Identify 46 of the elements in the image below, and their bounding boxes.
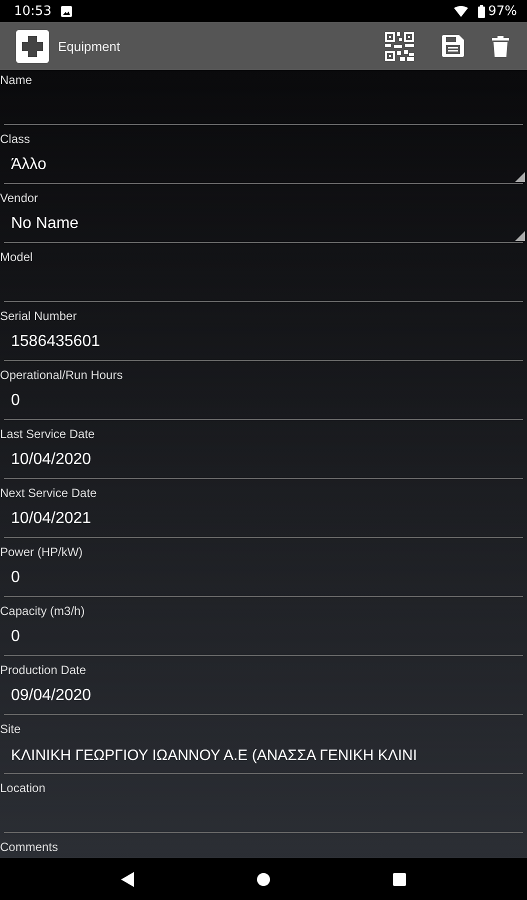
field-label: Production Date bbox=[0, 663, 88, 678]
field-value: 0 bbox=[11, 569, 20, 587]
input-field[interactable]: 1586435601 bbox=[4, 324, 523, 361]
field-label: Operational/Run Hours bbox=[0, 368, 124, 383]
medical-cross-icon bbox=[16, 30, 49, 62]
field-label: Site bbox=[0, 722, 22, 737]
dropdown-field[interactable]: Άλλο bbox=[4, 147, 523, 184]
dropdown-arrow-icon bbox=[515, 172, 525, 182]
field-value: 10/04/2021 bbox=[11, 510, 92, 528]
field-label: Next Service Date bbox=[0, 486, 98, 501]
field-value: Άλλο bbox=[11, 156, 46, 174]
wifi-icon bbox=[454, 6, 468, 16]
back-icon bbox=[121, 872, 134, 886]
home-icon bbox=[256, 872, 270, 886]
field-label: Capacity (m3/h) bbox=[0, 604, 86, 619]
field-label: Model bbox=[0, 250, 34, 265]
status-time: 10:53 bbox=[14, 4, 52, 18]
input-field[interactable]: 0 bbox=[4, 619, 523, 656]
input-field[interactable]: 10/04/2020 bbox=[4, 442, 523, 479]
field-value: 09/04/2020 bbox=[11, 687, 92, 705]
field-label: Class bbox=[0, 132, 32, 147]
field-label: Power (HP/kW) bbox=[0, 545, 84, 560]
field-value: 0 bbox=[11, 628, 20, 646]
image-notification-icon bbox=[61, 6, 72, 16]
field-value: 0 bbox=[11, 392, 20, 410]
field-label: Last Service Date bbox=[0, 427, 96, 442]
field-value: 10/04/2020 bbox=[11, 451, 92, 469]
field-value: No Name bbox=[11, 215, 79, 233]
field-label: Vendor bbox=[0, 191, 40, 206]
field-label: Name bbox=[0, 73, 34, 88]
input-field[interactable]: 0 bbox=[4, 560, 523, 597]
field-label: Serial Number bbox=[0, 309, 78, 324]
field-value: 1586435601 bbox=[11, 333, 100, 351]
input-field[interactable]: 09/04/2020 bbox=[4, 678, 523, 715]
input-field[interactable]: 0 bbox=[4, 383, 523, 420]
battery-icon bbox=[478, 4, 486, 18]
recents-icon bbox=[392, 872, 406, 886]
field-value: ΚΛΙΝΙΚΗ ΓΕΩΡΓΙΟΥ ΙΩΑΝΝΟΥ Α.Ε (ΑΝΑΣΣΑ ΓΕΝΙΚΗ ΚΛΙΝΙ bbox=[11, 746, 418, 764]
input-field[interactable]: ΚΛΙΝΙΚΗ ΓΕΩΡΓΙΟΥ ΙΩΑΝΝΟΥ Α.Ε (ΑΝΑΣΣΑ ΓΕΝΙΚΗ ΚΛΙΝΙ bbox=[4, 737, 523, 774]
field-label: Comments bbox=[0, 840, 60, 855]
dropdown-field[interactable]: No Name bbox=[4, 206, 523, 243]
toolbar-title: Equipment bbox=[58, 38, 120, 54]
dropdown-arrow-icon bbox=[515, 231, 525, 241]
input-field[interactable]: 10/04/2021 bbox=[4, 501, 523, 538]
field-label: Location bbox=[0, 781, 46, 796]
battery-level: 97% bbox=[488, 4, 517, 18]
